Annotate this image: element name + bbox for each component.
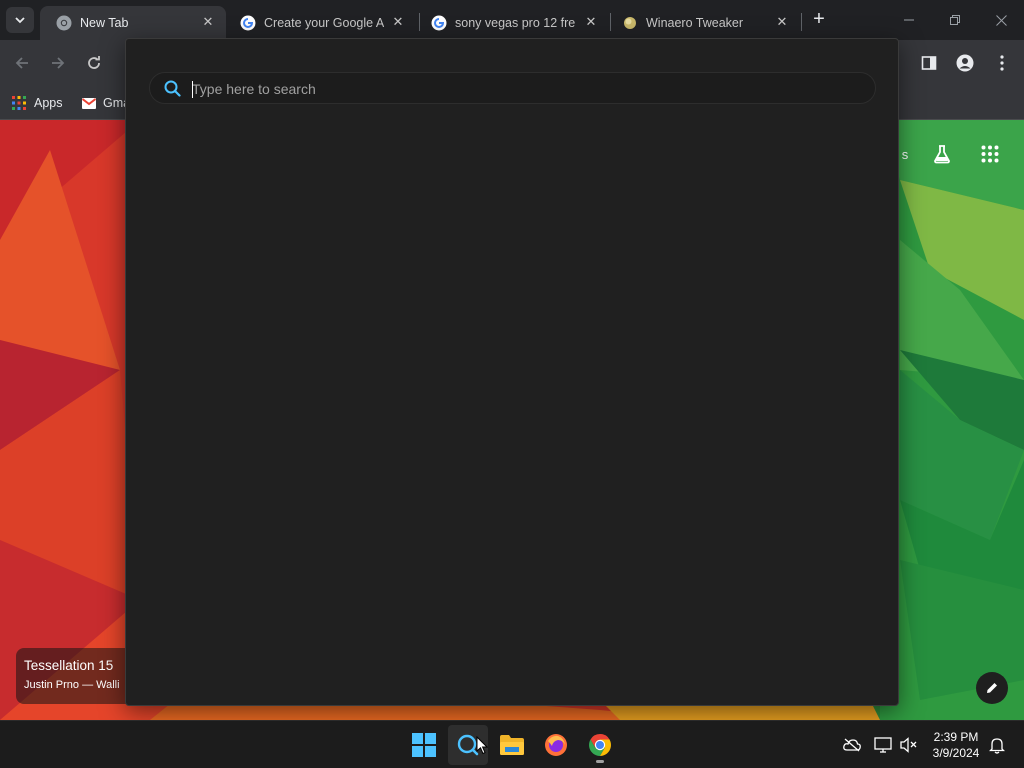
tab-create-google-account[interactable]: Create your Google Ac ✕ <box>224 6 416 40</box>
search-icon <box>164 80 181 97</box>
google-apps-button[interactable] <box>978 142 1002 166</box>
bookmark-gmail[interactable]: Gma <box>82 93 130 113</box>
chrome-button[interactable] <box>580 725 620 765</box>
back-button[interactable] <box>10 51 34 75</box>
bell-icon <box>989 737 1005 754</box>
clock-date: 3/9/2024 <box>932 746 980 760</box>
tab-title: New Tab <box>80 16 129 30</box>
windows-search-flyout <box>125 38 899 706</box>
apps-grid-icon <box>981 145 999 163</box>
network-monitor-icon <box>874 737 892 753</box>
side-panel-icon <box>921 56 937 70</box>
volume-muted-icon <box>900 737 917 753</box>
bookmark-label: Apps <box>34 96 63 110</box>
notifications-button[interactable] <box>987 735 1007 755</box>
avatar-icon <box>956 54 974 72</box>
minimize-icon <box>904 19 914 21</box>
gmail-icon <box>82 97 96 109</box>
close-icon[interactable]: ✕ <box>583 14 599 30</box>
tab-title: Winaero Tweaker <box>646 16 744 30</box>
firefox-button[interactable] <box>536 725 576 765</box>
winaero-icon <box>624 17 636 29</box>
ntp-link-partial[interactable]: s <box>900 142 910 166</box>
pencil-icon <box>987 683 997 693</box>
close-icon[interactable]: ✕ <box>390 14 406 30</box>
tab-sony-vegas[interactable]: sony vegas pro 12 free ✕ <box>415 6 609 40</box>
arrow-right-icon <box>52 57 65 69</box>
flask-icon <box>934 145 950 164</box>
tab-title: sony vegas pro 12 free <box>455 16 575 30</box>
clock-time: 2:39 PM <box>933 730 979 744</box>
onedrive-tray-button[interactable] <box>842 735 862 755</box>
cloud-off-icon <box>843 738 861 752</box>
close-window-button[interactable] <box>978 0 1024 40</box>
google-icon <box>431 15 447 31</box>
search-input[interactable] <box>192 79 852 99</box>
folder-icon <box>500 735 524 755</box>
start-button[interactable] <box>404 725 444 765</box>
apps-grid-icon <box>12 96 26 110</box>
reload-icon <box>88 56 100 69</box>
restore-icon <box>950 15 960 25</box>
google-icon <box>240 15 256 31</box>
text-caret <box>192 81 193 98</box>
bookmark-apps[interactable]: Apps <box>12 93 63 113</box>
file-explorer-button[interactable] <box>492 725 532 765</box>
tab-title: Create your Google Ac <box>264 16 384 30</box>
volume-tray-button[interactable] <box>899 735 919 755</box>
chevron-down-icon <box>15 17 25 24</box>
more-vertical-icon <box>1000 55 1004 71</box>
tab-new-tab[interactable]: New Tab ✕ <box>40 6 226 40</box>
taskbar: 2:39 PM 3/9/2024 <box>0 720 1024 768</box>
labs-button[interactable] <box>930 142 954 166</box>
arrow-left-icon <box>15 57 28 69</box>
reload-button[interactable] <box>82 51 106 75</box>
search-box[interactable] <box>149 72 876 104</box>
tab-search-button[interactable] <box>6 7 34 33</box>
profile-button[interactable] <box>953 51 977 75</box>
side-panel-button[interactable] <box>917 51 941 75</box>
close-icon[interactable]: ✕ <box>200 14 216 30</box>
forward-button[interactable] <box>46 51 70 75</box>
mouse-pointer-icon <box>476 736 488 755</box>
firefox-icon <box>545 734 567 756</box>
minimize-button[interactable] <box>886 0 932 40</box>
close-icon <box>995 14 1007 26</box>
restore-button[interactable] <box>932 0 978 40</box>
tab-separator <box>801 13 802 31</box>
network-tray-button[interactable] <box>873 735 893 755</box>
tab-strip: New Tab ✕ Create your Google Ac ✕ sony v… <box>0 0 1024 40</box>
chrome-icon <box>56 15 72 31</box>
windows-logo-icon <box>412 733 436 757</box>
menu-button[interactable] <box>990 51 1014 75</box>
close-icon[interactable]: ✕ <box>774 14 790 30</box>
clock[interactable]: 2:39 PM 3/9/2024 <box>924 729 988 761</box>
new-tab-button[interactable]: + <box>808 9 830 31</box>
tab-winaero-tweaker[interactable]: Winaero Tweaker ✕ <box>606 6 800 40</box>
running-indicator <box>596 760 604 763</box>
customize-chrome-button[interactable] <box>976 672 1008 704</box>
chrome-icon <box>589 734 611 756</box>
